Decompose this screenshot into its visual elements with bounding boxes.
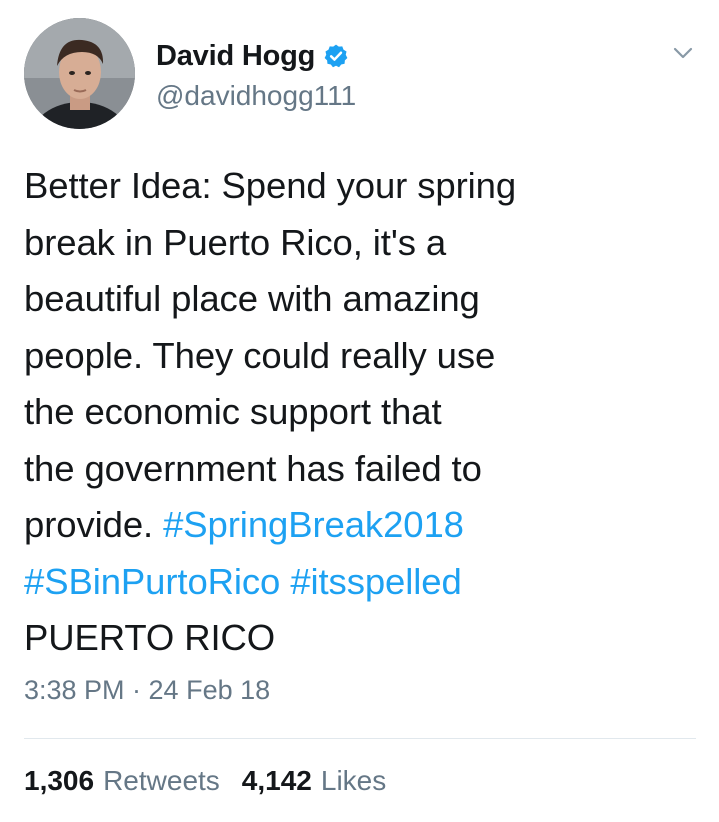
tweet-text-segment: beautiful place with amazing (24, 278, 480, 319)
retweets-stat[interactable]: 1,306 Retweets (24, 765, 220, 797)
tweet-stats: 1,306 Retweets 4,142 Likes (24, 765, 386, 797)
retweets-count: 1,306 (24, 765, 95, 796)
tweet-text-line: people. They could really use (24, 328, 684, 385)
likes-count: 4,142 (241, 765, 312, 796)
tweet-text-segment: people. They could really use (24, 334, 496, 376)
likes-label: Likes (320, 765, 387, 796)
tweet-text-line: beautiful place with amazing (24, 271, 684, 328)
hashtag-link[interactable]: #SpringBreak2018 (163, 504, 464, 545)
tweet-text-line: provide. #SpringBreak2018 (24, 497, 684, 554)
name-row: David Hogg (156, 38, 349, 74)
chevron-down-icon[interactable] (670, 40, 696, 66)
tweet-text-segment: provide. (24, 504, 164, 545)
tweet-text-line: break in Puerto Rico, it's a (24, 215, 684, 272)
user-handle[interactable]: @davidhogg111 (156, 80, 356, 112)
tweet-text-line: the economic support that (24, 384, 684, 441)
display-name[interactable]: David Hogg (156, 40, 315, 73)
tweet-text-segment: the government has failed to (24, 447, 482, 489)
tweet-text-line: PUERTO RICO (24, 610, 684, 667)
tweet-text-segment (280, 561, 290, 602)
hashtag-link[interactable]: #SBinPurtoRico (24, 561, 280, 602)
avatar[interactable] (24, 18, 135, 129)
divider (24, 738, 696, 739)
hashtag-link[interactable]: #itsspelled (290, 561, 461, 602)
avatar-image (24, 18, 135, 129)
likes-stat[interactable]: 4,142 Likes (242, 765, 386, 797)
tweet-text-line: Better Idea: Spend your spring (24, 158, 684, 215)
tweet-text: Better Idea: Spend your spring break in P… (24, 158, 684, 667)
tweet-text-segment: the economic support that (24, 391, 442, 432)
retweets-label: Retweets (103, 765, 220, 796)
tweet-text-line: the government has failed to (24, 441, 684, 498)
tweet-text-line: #SBinPurtoRico #itsspelled (24, 554, 684, 611)
verified-badge-icon (323, 43, 349, 69)
tweet-text-segment: PUERTO RICO (24, 617, 276, 658)
tweet-text-segment: Better Idea: Spend your spring (24, 165, 517, 206)
tweet-text-segment: break in Puerto Rico, it's a (24, 221, 447, 263)
tweet-timestamp[interactable]: 3:38 PM · 24 Feb 18 (24, 675, 270, 706)
tweet-header: David Hogg @davidhogg111 (24, 18, 704, 133)
